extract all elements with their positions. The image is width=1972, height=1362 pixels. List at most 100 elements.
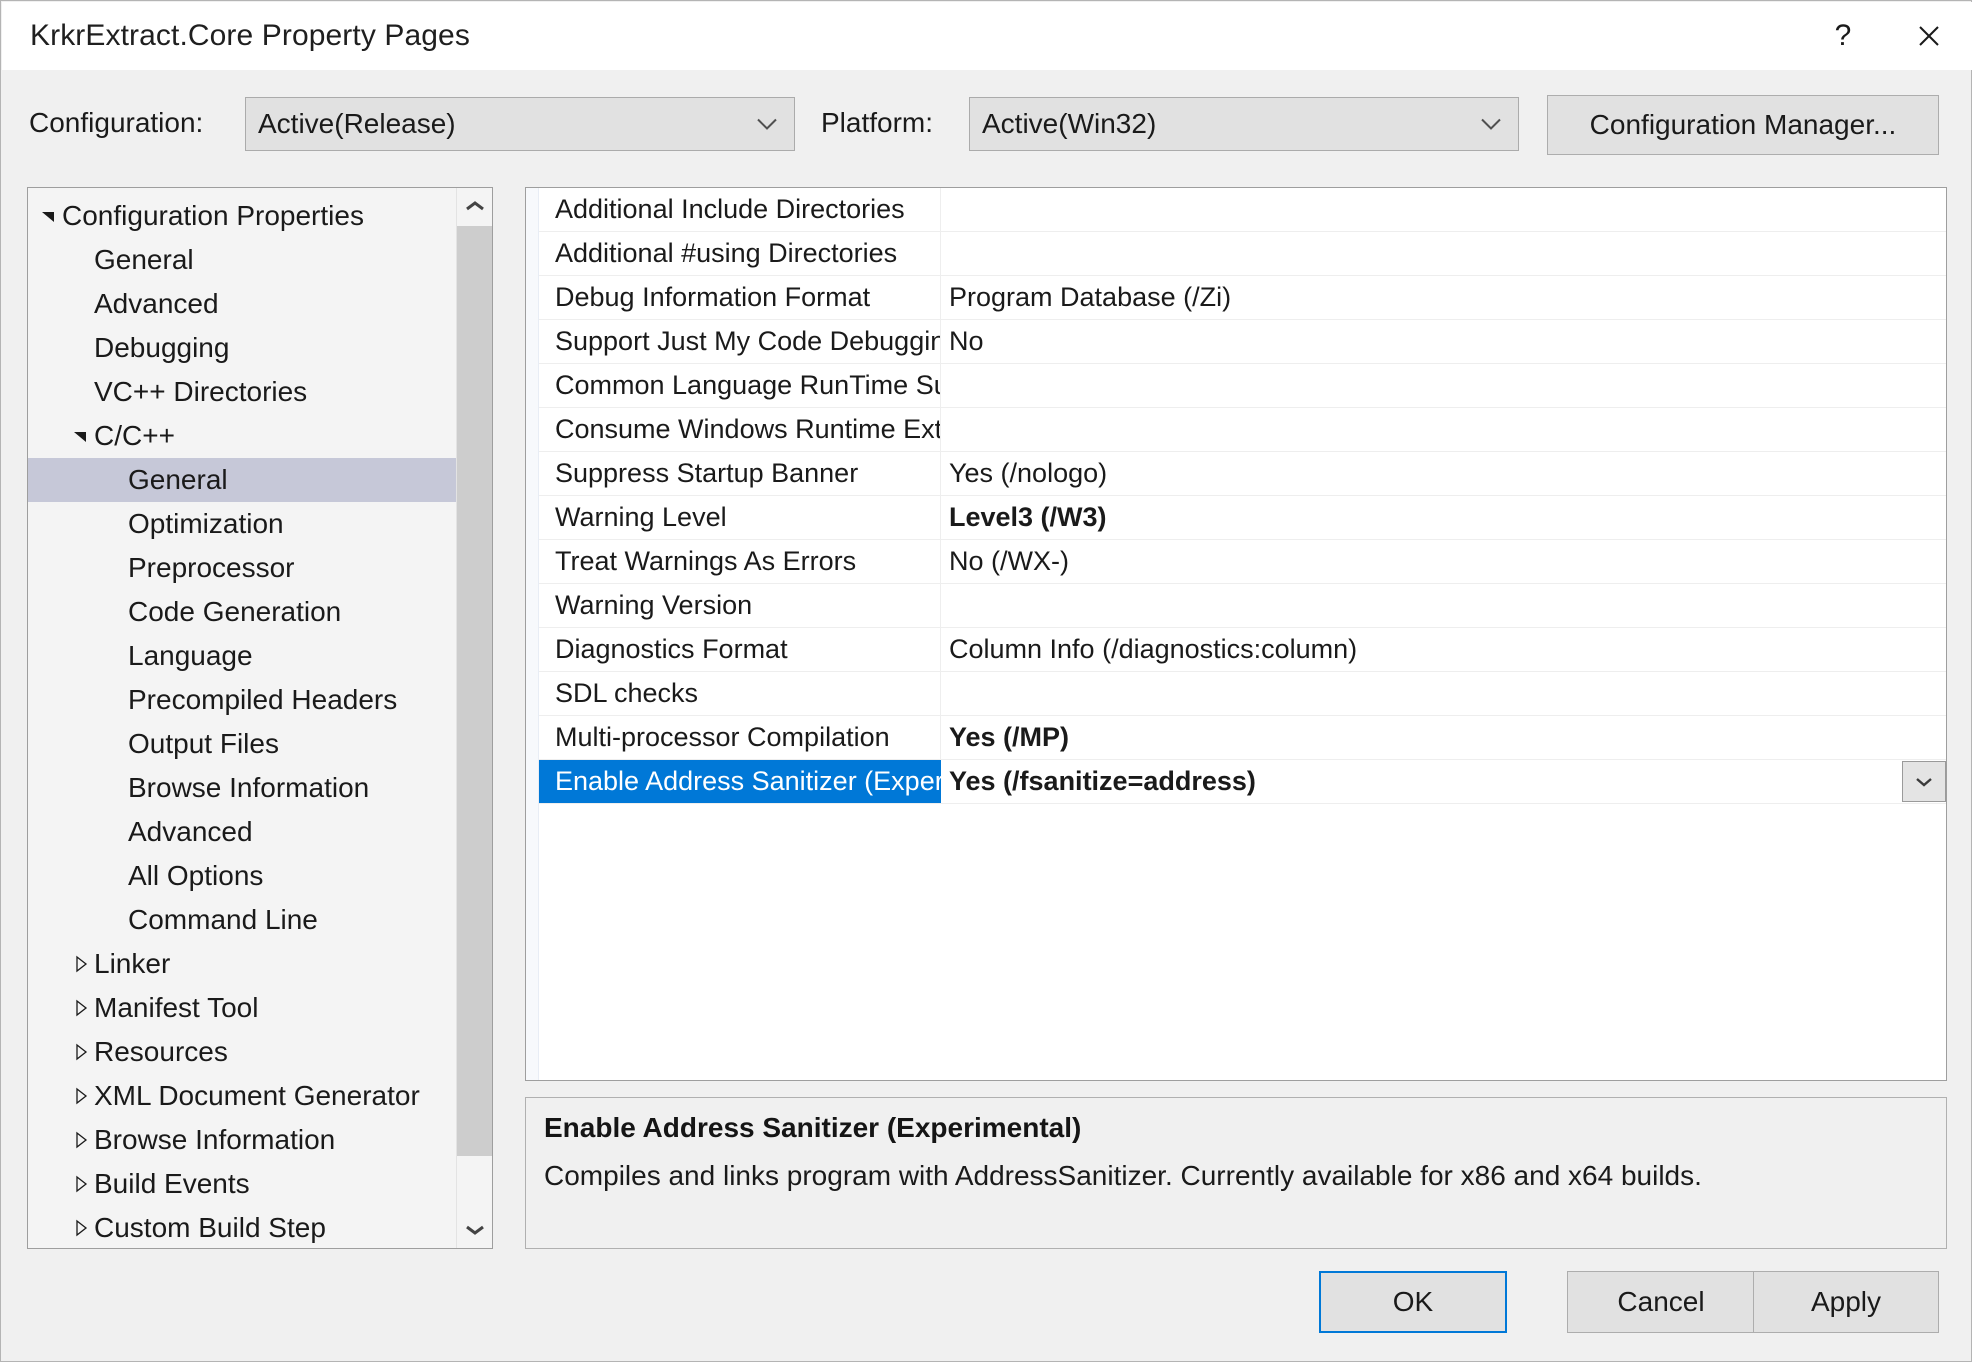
property-value-cell[interactable]: Yes (/nologo) [941,452,1946,495]
configuration-manager-button[interactable]: Configuration Manager... [1547,95,1939,155]
property-value: Yes (/fsanitize=address) [949,766,1256,796]
tree-scrollbar[interactable] [456,188,492,1248]
tree-item-resources[interactable]: Resources [28,1030,458,1074]
tree-item-language[interactable]: Language [28,634,458,678]
property-name-cell[interactable]: Support Just My Code Debugging [539,320,941,363]
property-name: Warning Version [555,590,753,620]
triangle-down-icon[interactable] [68,427,94,445]
triangle-down-icon[interactable] [36,207,62,225]
property-value-cell[interactable] [941,584,1946,627]
property-name-cell[interactable]: Multi-processor Compilation [539,716,941,759]
tree-item-configuration-properties[interactable]: Configuration Properties [28,194,458,238]
property-value-cell[interactable]: Yes (/fsanitize=address) [941,760,1946,803]
triangle-right-icon[interactable] [68,1131,94,1149]
property-row[interactable]: Debug Information Format Program Database… [539,276,1946,320]
tree-item-browse-information[interactable]: Browse Information [28,766,458,810]
tree-item-command-line[interactable]: Command Line [28,898,458,942]
property-row[interactable]: Consume Windows Runtime Extension [539,408,1946,452]
tree-item-vc-directories[interactable]: VC++ Directories [28,370,458,414]
apply-button[interactable]: Apply [1753,1271,1939,1333]
tree-item-precompiled-headers[interactable]: Precompiled Headers [28,678,458,722]
configuration-dropdown[interactable]: Active(Release) [245,97,795,151]
tree-item-all-options[interactable]: All Options [28,854,458,898]
tree-item-linker[interactable]: Linker [28,942,458,986]
tree-item-output-files[interactable]: Output Files [28,722,458,766]
property-value-cell[interactable]: Program Database (/Zi) [941,276,1946,319]
cancel-button[interactable]: Cancel [1567,1271,1755,1333]
property-value-dropdown-button[interactable] [1902,761,1946,802]
property-name-cell[interactable]: Additional #using Directories [539,232,941,275]
property-value-cell[interactable]: Level3 (/W3) [941,496,1946,539]
close-icon[interactable] [1886,2,1972,70]
chevron-up-icon[interactable] [457,188,492,224]
property-name: Diagnostics Format [555,634,788,664]
tree-item-advanced[interactable]: Advanced [28,810,458,854]
triangle-right-icon[interactable] [68,1043,94,1061]
title-bar: KrkrExtract.Core Property Pages ? [2,2,1972,70]
tree-item-manifest-tool[interactable]: Manifest Tool [28,986,458,1030]
tree-item-optimization[interactable]: Optimization [28,502,458,546]
property-value: Level3 (/W3) [949,502,1107,532]
property-name-cell[interactable]: Additional Include Directories [539,188,941,231]
property-row[interactable]: Common Language RunTime Support [539,364,1946,408]
property-row[interactable]: Diagnostics Format Column Info (/diagnost… [539,628,1946,672]
tree-item-advanced[interactable]: Advanced [28,282,458,326]
property-row[interactable]: Warning Version [539,584,1946,628]
property-name-cell[interactable]: Common Language RunTime Support [539,364,941,407]
tree-item-browse-information[interactable]: Browse Information [28,1118,458,1162]
property-value-cell[interactable]: No [941,320,1946,363]
tree-item-code-generation[interactable]: Code Generation [28,590,458,634]
property-name-cell[interactable]: Diagnostics Format [539,628,941,671]
platform-value: Active(Win32) [982,108,1157,139]
tree-item-c-c[interactable]: C/C++ [28,414,458,458]
property-row[interactable]: Suppress Startup Banner Yes (/nologo) [539,452,1946,496]
property-name-cell[interactable]: Debug Information Format [539,276,941,319]
property-row[interactable]: Multi-processor Compilation Yes (/MP) [539,716,1946,760]
triangle-right-icon[interactable] [68,999,94,1017]
property-row[interactable]: Additional #using Directories [539,232,1946,276]
property-name-cell[interactable]: SDL checks [539,672,941,715]
property-value-cell[interactable]: Column Info (/diagnostics:column) [941,628,1946,671]
tree-item-build-events[interactable]: Build Events [28,1162,458,1206]
property-value-cell[interactable] [941,408,1946,451]
property-name: Consume Windows Runtime Extension [555,414,940,444]
property-name-cell[interactable]: Warning Version [539,584,941,627]
property-name: Support Just My Code Debugging [555,326,941,356]
property-value-cell[interactable] [941,188,1946,231]
property-name-cell[interactable]: Consume Windows Runtime Extension [539,408,941,451]
tree-item-xml-document-generator[interactable]: XML Document Generator [28,1074,458,1118]
property-row[interactable]: SDL checks [539,672,1946,716]
tree-item-custom-build-step[interactable]: Custom Build Step [28,1206,458,1248]
property-value-cell[interactable] [941,672,1946,715]
triangle-right-icon[interactable] [68,1087,94,1105]
property-row[interactable]: Support Just My Code Debugging No [539,320,1946,364]
property-value-cell[interactable] [941,232,1946,275]
configuration-toolbar: Configuration: Active(Release) Platform:… [1,87,1972,165]
property-row[interactable]: Treat Warnings As Errors No (/WX-) [539,540,1946,584]
chevron-down-icon[interactable] [457,1212,492,1248]
scrollbar-thumb[interactable] [457,226,492,1156]
platform-dropdown[interactable]: Active(Win32) [969,97,1519,151]
property-name: Debug Information Format [555,282,871,312]
tree-item-label: Build Events [94,1168,250,1199]
property-name-cell[interactable]: Treat Warnings As Errors [539,540,941,583]
tree-item-general[interactable]: General [28,238,458,282]
triangle-right-icon[interactable] [68,1175,94,1193]
triangle-right-icon[interactable] [68,1219,94,1237]
help-icon[interactable]: ? [1800,2,1886,70]
property-name-cell[interactable]: Enable Address Sanitizer (Experimental) [539,760,941,803]
property-row[interactable]: Additional Include Directories [539,188,1946,232]
property-name-cell[interactable]: Warning Level [539,496,941,539]
property-value-cell[interactable]: No (/WX-) [941,540,1946,583]
tree-item-debugging[interactable]: Debugging [28,326,458,370]
property-row[interactable]: Warning Level Level3 (/W3) [539,496,1946,540]
tree-item-preprocessor[interactable]: Preprocessor [28,546,458,590]
property-value-cell[interactable] [941,364,1946,407]
property-name-cell[interactable]: Suppress Startup Banner [539,452,941,495]
property-value-cell[interactable]: Yes (/MP) [941,716,1946,759]
ok-button[interactable]: OK [1319,1271,1507,1333]
triangle-right-icon[interactable] [68,955,94,973]
tree-item-general[interactable]: General [28,458,458,502]
property-row[interactable]: Enable Address Sanitizer (Experimental) Y… [539,760,1946,804]
title-bar-buttons: ? [1800,2,1972,70]
